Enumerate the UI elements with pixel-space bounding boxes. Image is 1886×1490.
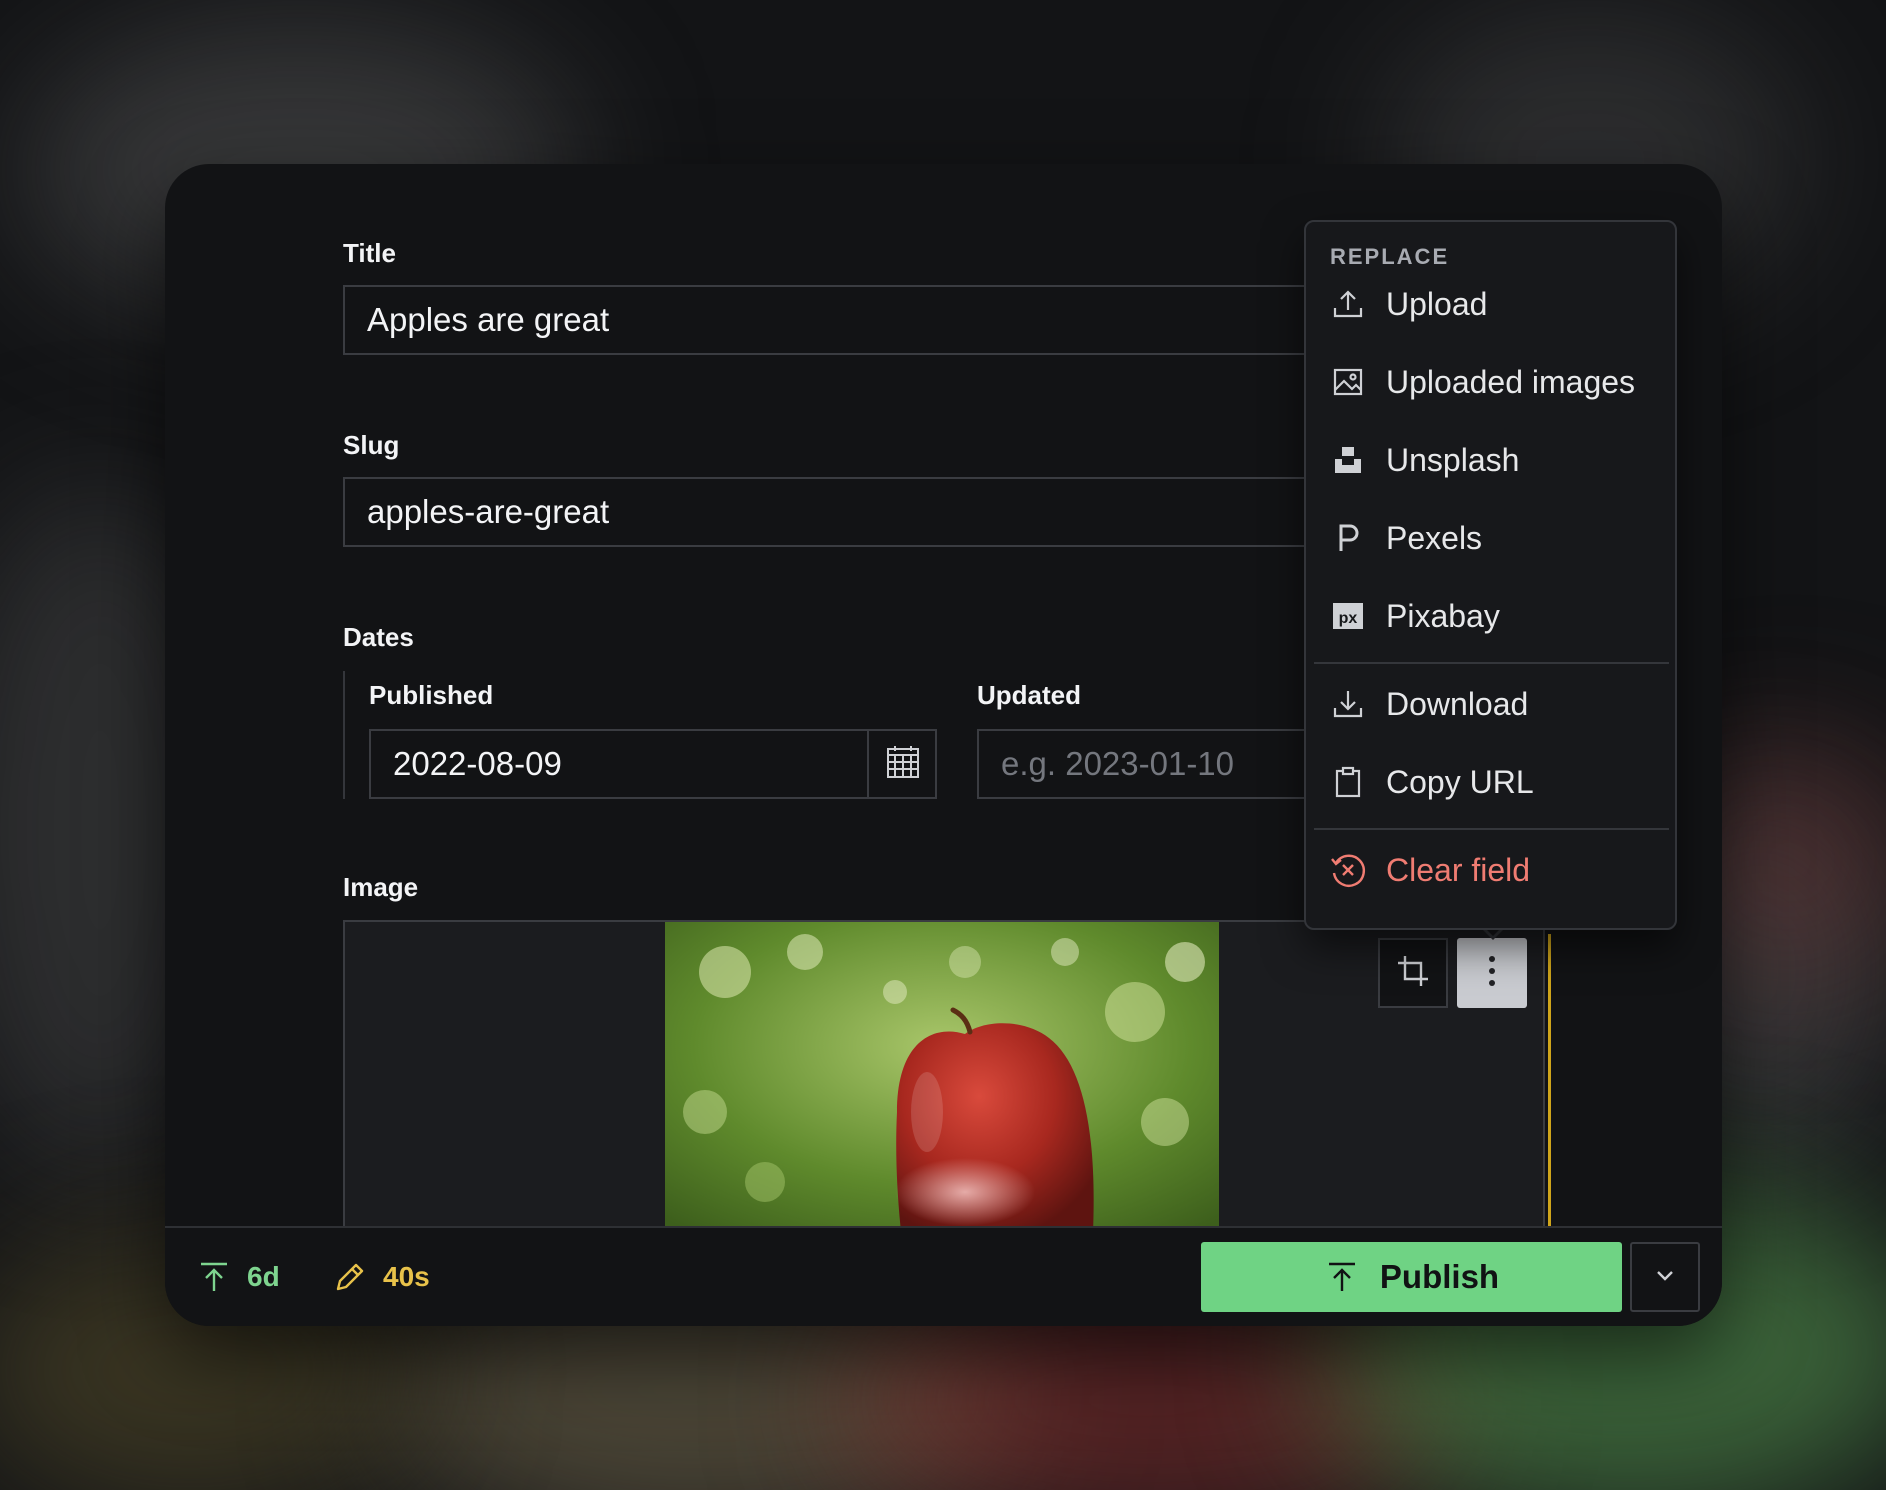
updated-label: Updated <box>977 680 1081 710</box>
document-form: Title Apples are great Slug apples-are-g… <box>165 164 1722 1226</box>
download-icon <box>1328 684 1368 724</box>
pexels-icon <box>1328 518 1368 558</box>
title-label: Title <box>343 238 396 268</box>
pixabay-icon: px <box>1328 596 1368 636</box>
crop-icon <box>1395 953 1431 994</box>
menu-item-label: Clear field <box>1386 851 1531 888</box>
image-gallery-icon <box>1328 362 1368 402</box>
updated-date-input[interactable]: e.g. 2023-01-10 <box>977 729 1343 799</box>
menu-item-clear-field[interactable]: Clear field <box>1316 838 1667 902</box>
publish-options-button[interactable] <box>1630 1242 1700 1312</box>
slug-input-value: apples-are-great <box>367 493 610 530</box>
menu-item-label: Upload <box>1386 285 1488 322</box>
apple-photo <box>665 922 1219 1226</box>
chevron-down-icon <box>1653 1263 1677 1292</box>
calendar-icon <box>885 744 921 785</box>
updated-date-placeholder: e.g. 2023-01-10 <box>1001 745 1235 782</box>
menu-item-uploaded-images[interactable]: Uploaded images <box>1316 350 1667 414</box>
upload-icon <box>1328 284 1368 324</box>
menu-item-copy-url[interactable]: Copy URL <box>1316 750 1667 814</box>
menu-item-label: Download <box>1386 685 1529 722</box>
arrow-up-icon <box>197 1260 231 1294</box>
more-options-button[interactable] <box>1457 938 1527 1008</box>
pencil-icon <box>333 1260 367 1294</box>
unsplash-icon <box>1328 440 1368 480</box>
menu-item-label: Pixabay <box>1386 597 1500 634</box>
menu-item-pixabay[interactable]: px Pixabay <box>1316 584 1667 648</box>
image-label: Image <box>343 872 419 902</box>
clear-icon <box>1328 850 1368 890</box>
menu-divider <box>1314 662 1669 664</box>
more-vertical-icon <box>1486 953 1498 994</box>
calendar-button[interactable] <box>867 729 937 799</box>
menu-item-label: Copy URL <box>1386 763 1534 800</box>
slug-label: Slug <box>343 430 400 460</box>
menu-item-label: Pexels <box>1386 519 1483 556</box>
edited-age: 40s <box>383 1261 430 1292</box>
dates-group-rule <box>343 671 345 799</box>
menu-item-label: Unsplash <box>1386 441 1520 478</box>
footer-bar: 6d 40s Publish <box>165 1226 1722 1326</box>
slug-input[interactable]: apples-are-great <box>343 477 1343 547</box>
menu-heading: REPLACE <box>1330 244 1450 269</box>
publish-label: Publish <box>1379 1258 1500 1295</box>
menu-item-download[interactable]: Download <box>1316 672 1667 736</box>
crop-button[interactable] <box>1378 938 1448 1008</box>
edited-status: 40s <box>333 1254 430 1300</box>
menu-item-label: Uploaded images <box>1386 363 1636 400</box>
published-date-value: 2022-08-09 <box>393 745 562 782</box>
replace-menu: REPLACE Upload Uploaded images Unsplash … <box>1304 220 1677 930</box>
image-preview[interactable] <box>665 922 1219 1226</box>
arrow-up-icon <box>1324 1259 1360 1295</box>
title-input-value: Apples are great <box>367 301 610 338</box>
title-input[interactable]: Apples are great <box>343 285 1343 355</box>
published-age: 6d <box>247 1261 280 1292</box>
image-field-accent <box>1548 934 1551 1226</box>
editor-window: Title Apples are great Slug apples-are-g… <box>165 164 1722 1326</box>
menu-item-pexels[interactable]: Pexels <box>1316 506 1667 570</box>
dates-label: Dates <box>343 622 414 652</box>
published-status: 6d <box>197 1254 280 1300</box>
clipboard-icon <box>1328 762 1368 802</box>
publish-button[interactable]: Publish <box>1201 1242 1622 1312</box>
svg-text:px: px <box>1339 610 1358 627</box>
menu-item-unsplash[interactable]: Unsplash <box>1316 428 1667 492</box>
menu-item-upload[interactable]: Upload <box>1316 272 1667 336</box>
published-label: Published <box>369 680 494 710</box>
published-date-input[interactable]: 2022-08-09 <box>369 729 937 799</box>
menu-divider <box>1314 828 1669 830</box>
